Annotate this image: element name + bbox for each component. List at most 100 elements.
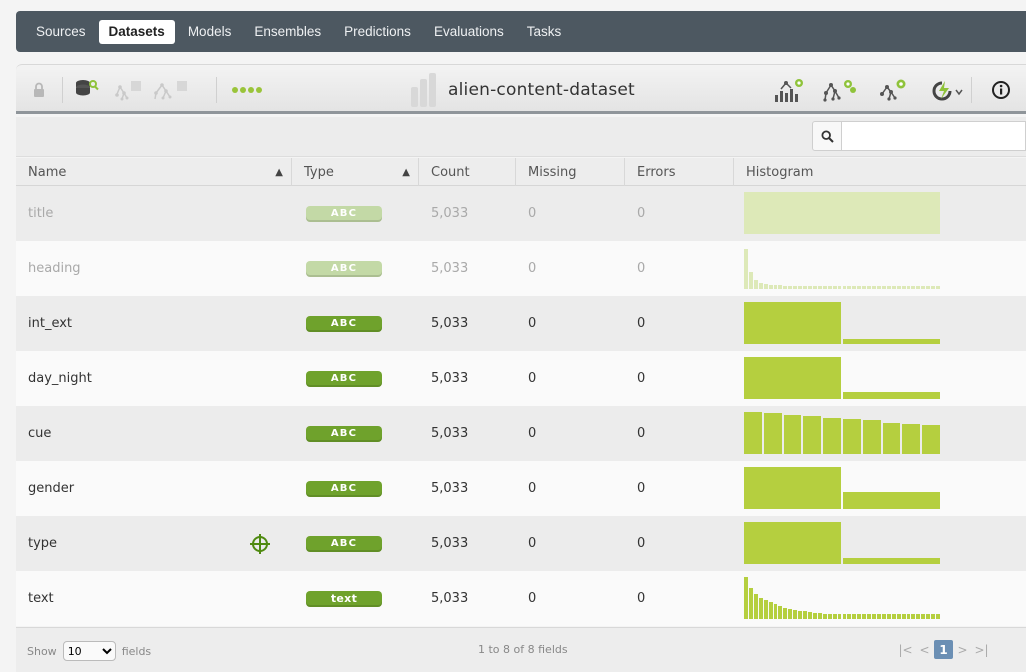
more-dots-icon[interactable] — [228, 65, 268, 115]
table-row[interactable]: day_night ABC 5,033 0 0 — [16, 351, 1026, 406]
field-name[interactable]: day_night — [16, 351, 292, 406]
histogram-bar — [773, 285, 778, 289]
field-name[interactable]: heading — [16, 241, 292, 296]
field-name[interactable]: gender — [16, 461, 292, 516]
field-name[interactable]: cue — [16, 406, 292, 461]
header-histogram: Histogram — [746, 164, 814, 180]
lock-icon[interactable] — [26, 65, 52, 115]
table-row[interactable]: int_ext ABC 5,033 0 0 — [16, 296, 1026, 351]
nav-ensembles[interactable]: Ensembles — [244, 20, 331, 44]
header-missing[interactable]: Missing — [516, 158, 625, 186]
field-name[interactable]: text — [16, 571, 292, 626]
field-type: ABC — [292, 461, 419, 516]
last-page-icon[interactable]: >| — [972, 640, 991, 659]
nav-models[interactable]: Models — [178, 20, 242, 44]
table-row[interactable]: heading ABC 5,033 0 0 — [16, 241, 1026, 296]
dataset-name: alien-content-dataset — [448, 80, 635, 100]
page-size-select[interactable]: 10 — [62, 641, 116, 661]
histogram-bar — [867, 285, 872, 289]
pagination-info: 1 to 8 of 8 fields — [478, 643, 568, 656]
dataset-toolbar: alien-content-dataset — [16, 64, 1026, 114]
header-errors[interactable]: Errors — [625, 158, 734, 186]
info-icon[interactable] — [986, 65, 1016, 115]
field-missing: 0 — [528, 481, 537, 496]
field-missing: 0 — [528, 261, 537, 276]
field-errors: 0 — [637, 426, 646, 441]
type-badge: ABC — [306, 205, 382, 222]
nav-sources[interactable]: Sources — [26, 20, 96, 44]
histogram-bar — [793, 285, 798, 289]
histogram-bar — [822, 613, 827, 619]
field-name[interactable]: title — [16, 186, 292, 241]
ensemble-config-icon[interactable] — [150, 65, 194, 115]
first-page-icon[interactable]: |< — [896, 640, 915, 659]
field-histogram[interactable] — [744, 467, 940, 509]
field-type: text — [292, 571, 419, 626]
histogram-bar — [832, 285, 837, 289]
histogram-bar — [882, 422, 901, 454]
histogram-bar — [798, 285, 803, 289]
nav-datasets[interactable]: Datasets — [98, 19, 175, 44]
configure-model-icon[interactable] — [768, 65, 812, 115]
header-count[interactable]: Count — [419, 158, 516, 186]
current-page[interactable]: 1 — [934, 640, 953, 659]
histogram-bar — [862, 613, 867, 619]
field-name[interactable]: int_ext — [16, 296, 292, 351]
field-type: ABC — [292, 241, 419, 296]
histogram-bar — [906, 285, 911, 289]
histogram-bar — [843, 419, 861, 454]
nav-evaluations[interactable]: Evaluations — [424, 20, 514, 44]
histogram-bar — [817, 285, 822, 289]
field-histogram[interactable] — [744, 577, 940, 619]
field-histogram[interactable] — [744, 522, 940, 564]
histogram-bar — [827, 285, 832, 289]
histogram-bar — [926, 613, 931, 619]
model-config-icon[interactable] — [112, 65, 146, 115]
table-row[interactable]: text text 5,033 0 0 — [16, 571, 1026, 626]
header-name[interactable]: Name ▲︎ — [16, 158, 292, 186]
table-row[interactable]: title ABC 5,033 0 0 — [16, 186, 1026, 241]
type-badge: ABC — [306, 370, 382, 387]
pager: |< < 1 > >| — [896, 640, 991, 659]
configure-ensemble-icon[interactable] — [818, 65, 862, 115]
field-histogram[interactable] — [744, 247, 940, 289]
objective-field-icon[interactable] — [249, 533, 271, 559]
nav-predictions[interactable]: Predictions — [334, 20, 421, 44]
field-histogram[interactable] — [744, 302, 940, 344]
prev-page-icon[interactable]: < — [915, 640, 934, 659]
sort-icon[interactable]: ▲︎ — [275, 167, 283, 178]
histogram-bar — [788, 285, 793, 289]
field-count: 5,033 — [431, 261, 469, 276]
histogram-bar — [748, 272, 753, 289]
field-histogram[interactable] — [744, 192, 940, 234]
next-page-icon[interactable]: > — [953, 640, 972, 659]
histogram-bar — [926, 285, 931, 289]
search-button[interactable] — [812, 121, 842, 151]
one-click-model-icon[interactable] — [873, 65, 913, 115]
search-input[interactable] — [842, 121, 1026, 151]
histogram-bar — [936, 613, 940, 619]
histogram-bar — [847, 285, 852, 289]
sort-icon[interactable]: ▲︎ — [402, 167, 410, 178]
actions-dropdown-icon[interactable] — [927, 65, 967, 115]
histogram-bar — [876, 285, 881, 289]
dataset-search-icon[interactable] — [72, 65, 102, 115]
table-row[interactable]: gender ABC 5,033 0 0 — [16, 461, 1026, 516]
histogram-bar — [931, 613, 936, 619]
nav-tasks[interactable]: Tasks — [517, 20, 572, 44]
histogram-bar — [744, 192, 940, 234]
header-type[interactable]: Type ▲︎ — [292, 158, 419, 186]
histogram-bar — [862, 285, 867, 289]
field-histogram[interactable] — [744, 357, 940, 399]
histogram-bar — [852, 613, 857, 619]
field-type: ABC — [292, 406, 419, 461]
histogram-bar — [744, 577, 748, 619]
table-row[interactable]: type ABC 5,033 0 0 — [16, 516, 1026, 571]
histogram-bar — [921, 285, 926, 289]
type-badge: ABC — [306, 535, 382, 552]
table-row[interactable]: cue ABC 5,033 0 0 — [16, 406, 1026, 461]
field-errors: 0 — [637, 591, 646, 606]
histogram-bar — [843, 391, 940, 399]
field-histogram[interactable] — [744, 412, 940, 454]
histogram-bar — [906, 613, 911, 619]
